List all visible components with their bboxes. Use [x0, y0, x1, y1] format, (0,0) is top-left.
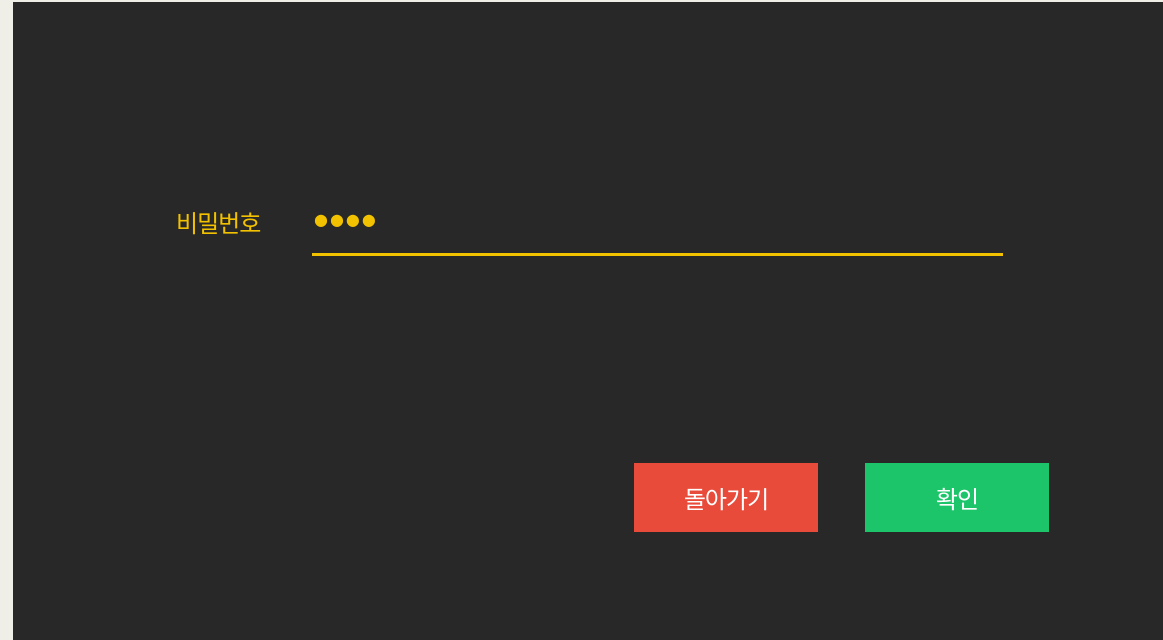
back-button[interactable]: 돌아가기	[634, 463, 818, 532]
page: 비밀번호 ●●●● 돌아가기 확인	[0, 0, 1163, 640]
password-label: 비밀번호	[176, 210, 261, 238]
password-screen: 비밀번호 ●●●● 돌아가기 확인	[13, 2, 1163, 640]
password-masked-value: ●●●●	[314, 210, 378, 229]
confirm-button-label: 확인	[935, 486, 979, 514]
password-row: 비밀번호 ●●●●	[13, 2, 1163, 640]
back-button-label: 돌아가기	[683, 486, 769, 514]
confirm-button[interactable]: 확인	[865, 463, 1049, 532]
password-input[interactable]: ●●●●	[312, 201, 1003, 256]
